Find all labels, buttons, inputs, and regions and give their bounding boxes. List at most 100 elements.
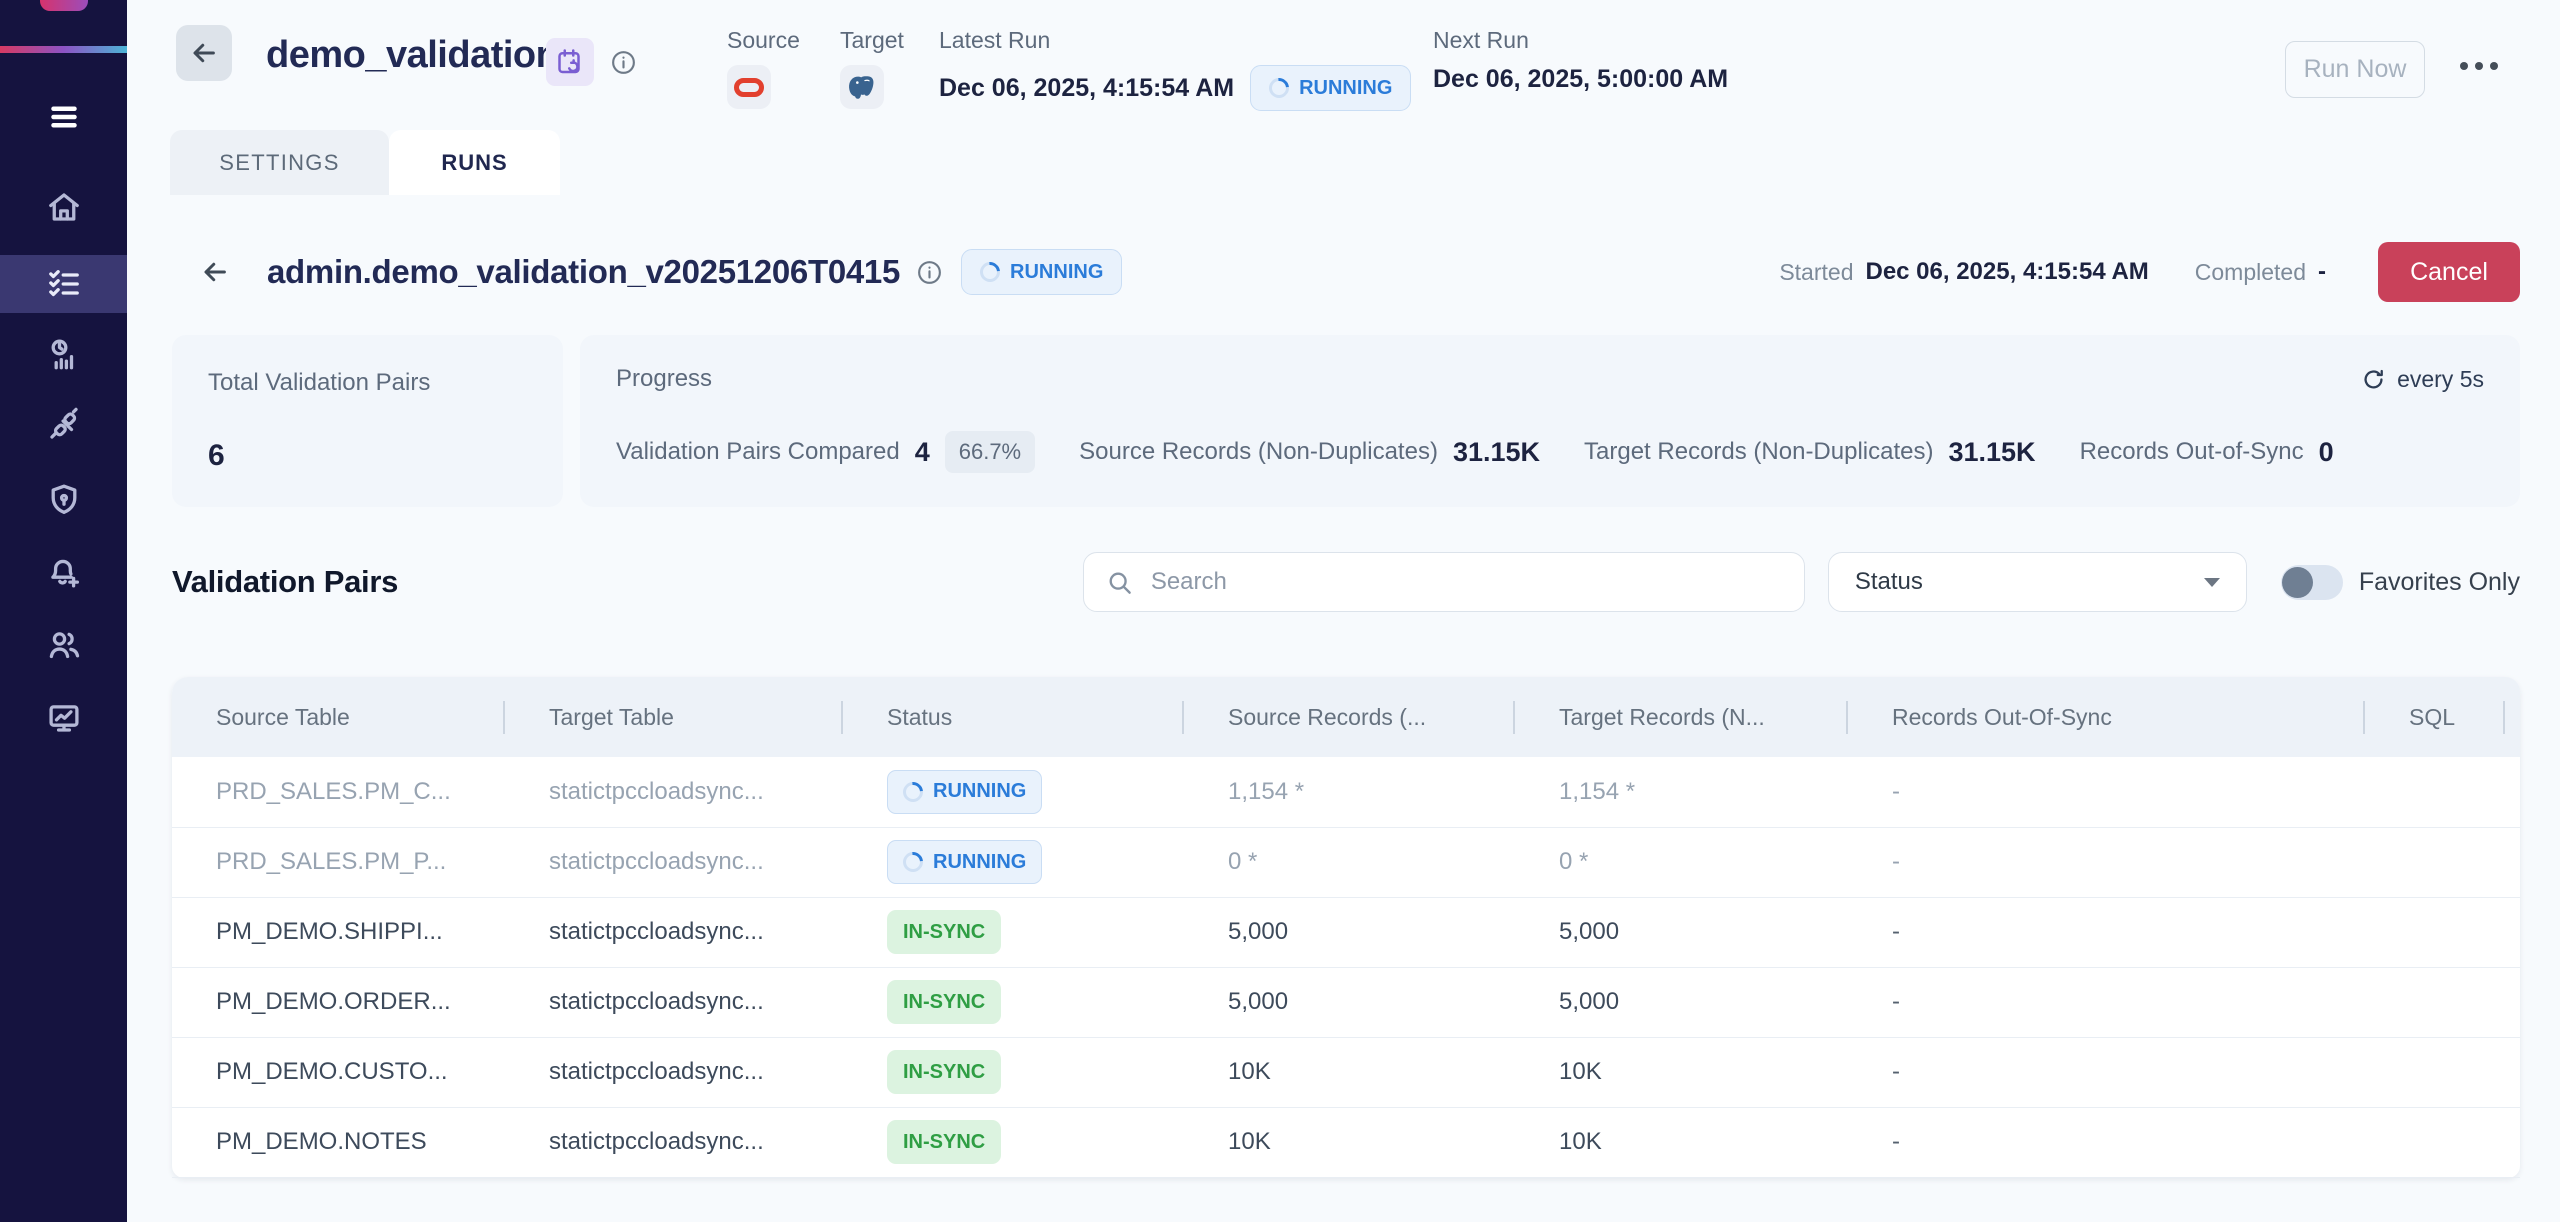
job-info-icon[interactable] (610, 49, 637, 79)
schedule-calendar-icon[interactable] (546, 38, 594, 86)
run-info-icon[interactable] (916, 259, 943, 286)
sidebar-item-validations[interactable] (0, 255, 127, 313)
table-row[interactable]: PM_DEMO.NOTES statictpccloadsync... IN-S… (172, 1107, 2520, 1177)
next-run-value: Dec 06, 2025, 5:00:00 AM (1433, 65, 1728, 94)
table-row[interactable]: PRD_SALES.PM_C... statictpccloadsync... … (172, 757, 2520, 827)
target-label: Target (840, 27, 904, 54)
cell-target-records: 1,154 * (1515, 757, 1848, 827)
table-row[interactable]: PM_DEMO.ORDER... statictpccloadsync... I… (172, 967, 2520, 1037)
connections-plug-icon (46, 407, 82, 443)
cell-source-records: 1,154 * (1184, 757, 1515, 827)
cancel-button[interactable]: Cancel (2378, 242, 2520, 302)
col-filler (2505, 677, 2520, 757)
menu-toggle-icon[interactable] (0, 88, 127, 146)
metric-target-records: Target Records (Non-Duplicates) 31.15K (1584, 437, 2036, 468)
total-pairs-value: 6 (208, 439, 527, 473)
col-target-records: Target Records (N... (1515, 677, 1848, 757)
metric-source-records: Source Records (Non-Duplicates) 31.15K (1079, 437, 1540, 468)
job-header: demo_validation Source Target Latest Run… (127, 0, 2560, 130)
source-block: Source (727, 27, 800, 109)
validation-pairs-table: Source Table Target Table Status Source … (172, 677, 2520, 1178)
latest-run-label: Latest Run (939, 27, 1411, 54)
tab-settings[interactable]: SETTINGS (170, 130, 389, 195)
metric-pairs-compared: Validation Pairs Compared 4 66.7% (616, 431, 1035, 473)
cell-status: RUNNING (843, 827, 1184, 897)
sidebar-item-dashboard[interactable] (0, 689, 127, 747)
run-now-button[interactable]: Run Now (2285, 41, 2425, 98)
cell-sql (2365, 1107, 2505, 1177)
percent-badge: 66.7% (945, 431, 1035, 473)
sidebar-item-metrics[interactable] (0, 326, 127, 384)
tab-runs[interactable]: RUNS (389, 130, 560, 195)
col-out-of-sync: Records Out-Of-Sync (1848, 677, 2365, 757)
cell-target-table: statictpccloadsync... (505, 1037, 843, 1107)
total-pairs-card: Total Validation Pairs 6 (172, 335, 563, 507)
status-badge: IN-SYNC (887, 1120, 1001, 1164)
app-logo (40, 0, 88, 11)
status-badge: IN-SYNC (887, 910, 1001, 954)
table-row[interactable]: PM_DEMO.CUSTO... statictpccloadsync... I… (172, 1037, 2520, 1107)
col-target-table: Target Table (505, 677, 843, 757)
table-row[interactable]: PRD_SALES.PM_P... statictpccloadsync... … (172, 827, 2520, 897)
cell-sql (2365, 967, 2505, 1037)
status-filter-select[interactable]: Status (1828, 552, 2247, 612)
back-button[interactable] (176, 25, 232, 81)
more-options-icon[interactable] (2460, 62, 2498, 70)
run-detail-row: admin.demo_validation_v20251206T0415 RUN… (127, 241, 2520, 303)
cell-sql (2365, 757, 2505, 827)
run-title: admin.demo_validation_v20251206T0415 (267, 253, 900, 291)
cell-status: IN-SYNC (843, 897, 1184, 967)
sidebar-item-users[interactable] (0, 616, 127, 674)
cell-sql (2365, 827, 2505, 897)
home-icon (46, 189, 82, 225)
favorites-toggle[interactable] (2281, 565, 2343, 600)
sidebar-item-home[interactable] (0, 178, 127, 236)
metric-out-of-sync: Records Out-of-Sync 0 (2080, 437, 2334, 468)
table-row[interactable]: PM_DEMO.SHIPPI... statictpccloadsync... … (172, 897, 2520, 967)
cell-status: RUNNING (843, 757, 1184, 827)
cell-out-of-sync: - (1848, 827, 2365, 897)
cell-target-records: 0 * (1515, 827, 1848, 897)
cell-target-table: statictpccloadsync... (505, 757, 843, 827)
latest-run-value: Dec 06, 2025, 4:15:54 AM (939, 74, 1234, 103)
run-status-badge: RUNNING (961, 249, 1122, 295)
search-icon (1106, 569, 1133, 596)
cell-source-records: 10K (1184, 1037, 1515, 1107)
run-back-button[interactable] (200, 257, 230, 287)
refresh-interval-label: every 5s (2397, 366, 2484, 393)
table-header-row: Source Table Target Table Status Source … (172, 677, 2520, 757)
cell-out-of-sync: - (1848, 757, 2365, 827)
cell-source-table: PRD_SALES.PM_C... (172, 757, 505, 827)
cell-source-table: PRD_SALES.PM_P... (172, 827, 505, 897)
postgresql-target-icon (840, 65, 884, 109)
next-run-label: Next Run (1433, 27, 1728, 54)
sidebar-item-alerts[interactable] (0, 544, 127, 602)
progress-card: Progress every 5s Validation Pairs Compa… (580, 335, 2520, 507)
chevron-down-icon (2204, 578, 2220, 587)
sidebar-item-connections[interactable] (0, 396, 127, 454)
progress-label: Progress (616, 365, 712, 393)
cell-status: IN-SYNC (843, 1037, 1184, 1107)
cell-target-records: 5,000 (1515, 897, 1848, 967)
cell-sql (2365, 897, 2505, 967)
latest-run-block: Latest Run Dec 06, 2025, 4:15:54 AM RUNN… (939, 27, 1411, 111)
cell-source-table: PM_DEMO.SHIPPI... (172, 897, 505, 967)
total-pairs-label: Total Validation Pairs (208, 369, 527, 397)
refresh-icon[interactable] (2361, 367, 2386, 392)
search-input[interactable] (1151, 568, 1782, 596)
sidebar (0, 0, 127, 1222)
completed-value: - (2318, 258, 2326, 286)
started-value: Dec 06, 2025, 4:15:54 AM (1865, 258, 2148, 286)
sidebar-gradient-divider (0, 46, 127, 53)
cell-out-of-sync: - (1848, 967, 2365, 1037)
next-run-block: Next Run Dec 06, 2025, 5:00:00 AM (1433, 27, 1728, 94)
status-badge: RUNNING (887, 840, 1042, 884)
cell-out-of-sync: - (1848, 1107, 2365, 1177)
latest-run-status-badge: RUNNING (1250, 65, 1411, 111)
stats-row: Total Validation Pairs 6 Progress every … (172, 335, 2520, 507)
cell-status: IN-SYNC (843, 1107, 1184, 1177)
cell-source-table: PM_DEMO.ORDER... (172, 967, 505, 1037)
sidebar-item-security[interactable] (0, 471, 127, 529)
cell-source-records: 10K (1184, 1107, 1515, 1177)
pairs-heading: Validation Pairs (172, 564, 398, 600)
